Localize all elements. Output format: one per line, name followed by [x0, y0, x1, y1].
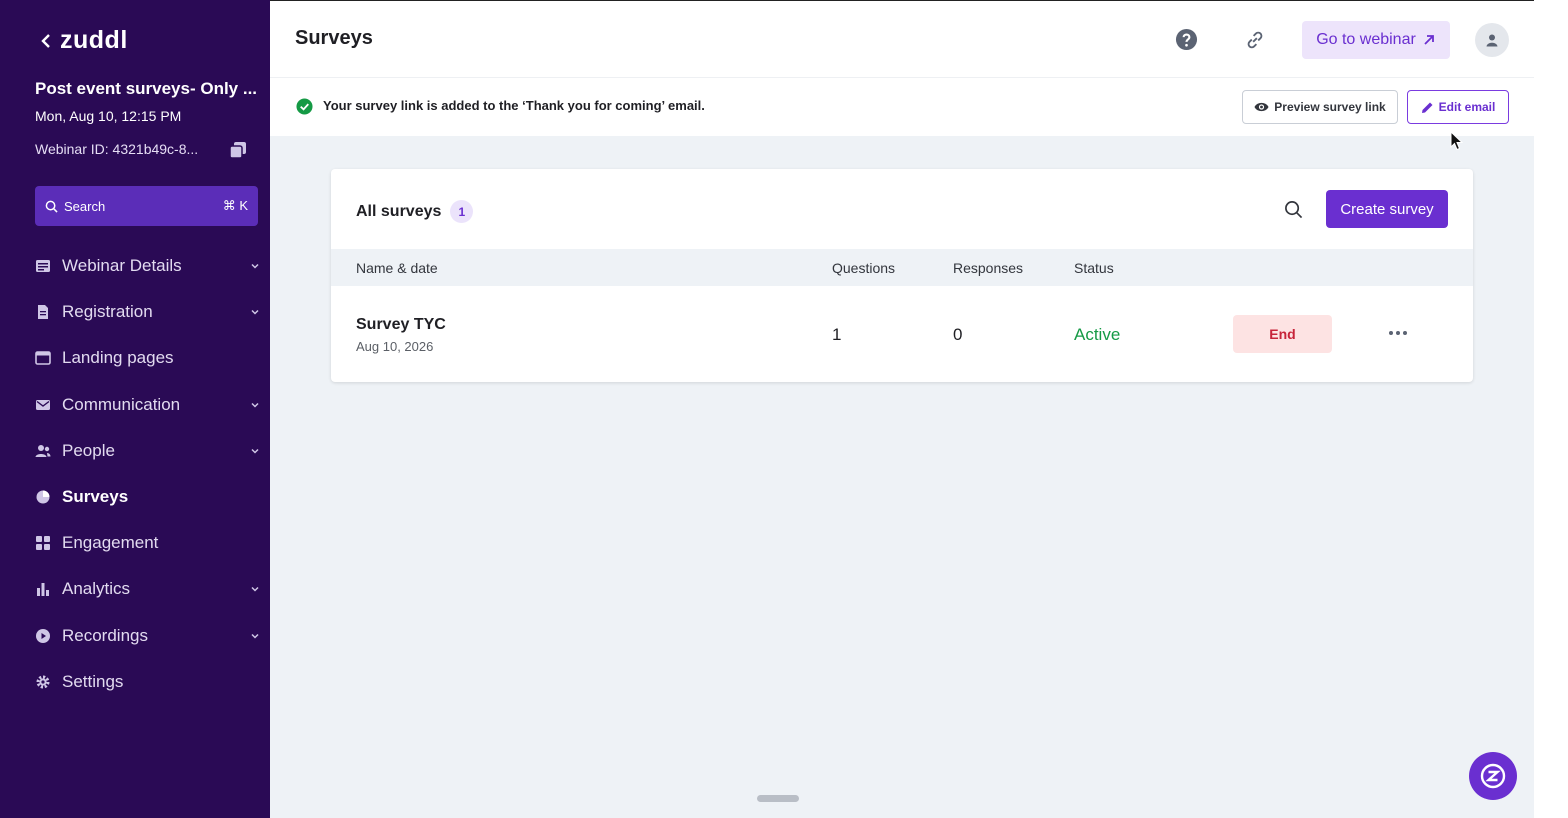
- mouse-cursor-icon: [1450, 131, 1464, 151]
- column-header-name-date: Name & date: [356, 260, 438, 276]
- survey-date: Aug 10, 2026: [356, 339, 434, 354]
- people-icon: [35, 444, 51, 457]
- gear-icon: [36, 675, 50, 689]
- sidebar-item-label: Settings: [62, 671, 124, 691]
- chevron-down-icon: [251, 633, 259, 639]
- zuddl-logo-icon: [1480, 763, 1506, 789]
- edit-email-label: Edit email: [1438, 100, 1496, 114]
- sidebar-item-label: Webinar Details: [62, 256, 182, 276]
- mail-icon: [36, 399, 50, 410]
- go-to-webinar-label: Go to webinar: [1316, 31, 1416, 48]
- sidebar-item-registration[interactable]: Registration: [35, 289, 260, 335]
- document-icon: [38, 305, 48, 320]
- sidebar-item-analytics[interactable]: Analytics: [35, 566, 260, 612]
- all-surveys-label: All surveys: [356, 202, 442, 220]
- zuddl-help-launcher[interactable]: [1469, 752, 1517, 800]
- chevron-down-icon: [251, 402, 259, 408]
- sidebar-search[interactable]: Search ⌘ K: [35, 186, 258, 226]
- column-header-status: Status: [1074, 260, 1114, 276]
- preview-survey-link-button[interactable]: Preview survey link: [1242, 90, 1398, 124]
- chevron-left-icon: [41, 33, 50, 48]
- create-survey-button[interactable]: Create survey: [1326, 190, 1448, 228]
- survey-count-badge: 1: [450, 200, 474, 223]
- go-to-webinar-button[interactable]: Go to webinar: [1302, 21, 1450, 59]
- avatar[interactable]: [1475, 23, 1509, 57]
- chevron-down-icon: [251, 587, 259, 592]
- sidebar-item-settings[interactable]: Settings: [35, 659, 260, 705]
- sidebar-item-label: Landing pages: [62, 348, 174, 368]
- chevron-down-icon: [251, 448, 259, 454]
- preview-label: Preview survey link: [1274, 100, 1386, 114]
- browser-icon: [35, 351, 51, 366]
- top-bar: Surveys Go to webinar: [270, 0, 1534, 77]
- sidebar: zuddl Post event surveys- Only ... Mon, …: [0, 0, 270, 818]
- sidebar-item-communication[interactable]: Communication: [35, 382, 260, 428]
- survey-questions: 1: [832, 325, 842, 344]
- surveys-card-title: All surveys 1: [356, 200, 474, 223]
- sidebar-item-label: Engagement: [62, 533, 159, 553]
- sidebar-item-engagement[interactable]: Engagement: [35, 520, 260, 566]
- surveys-card: All surveys 1 Create survey Name & date …: [331, 169, 1473, 382]
- sidebar-item-label: Surveys: [62, 487, 129, 507]
- survey-link-notice: Your survey link is added to the ‘Thank …: [270, 77, 1534, 136]
- notice-message: Your survey link is added to the ‘Thank …: [323, 98, 705, 113]
- sidebar-item-label: Communication: [62, 394, 181, 414]
- table-header: Name & date Questions Responses Status: [331, 249, 1473, 286]
- bar-chart-icon: [37, 583, 49, 597]
- right-edge-strip: [1534, 0, 1568, 818]
- chevron-down-icon: [251, 310, 259, 315]
- user-icon: [1486, 34, 1498, 47]
- sidebar-item-surveys[interactable]: Surveys: [35, 474, 260, 520]
- page-title: Surveys: [295, 27, 373, 49]
- sidebar-item-landing-pages[interactable]: Landing pages: [35, 335, 260, 381]
- column-header-questions: Questions: [832, 260, 896, 276]
- sidebar-item-label: People: [62, 440, 115, 460]
- edit-email-button[interactable]: Edit email: [1407, 90, 1509, 124]
- sidebar-item-webinar-details[interactable]: Webinar Details: [35, 243, 260, 289]
- play-circle-icon: [36, 628, 50, 643]
- survey-name[interactable]: Survey TYC: [356, 316, 446, 334]
- help-icon[interactable]: [1175, 28, 1198, 51]
- main-content: Surveys Go to webinar Your survey link i…: [270, 0, 1534, 818]
- logo: zuddl: [60, 26, 128, 54]
- chevron-down-icon: [251, 264, 259, 269]
- sidebar-item-recordings[interactable]: Recordings: [35, 613, 260, 659]
- sidebar-nav: Webinar Details Registration Landing pag…: [35, 243, 260, 705]
- sidebar-item-label: Recordings: [62, 625, 148, 645]
- search-icon: [45, 200, 58, 213]
- table-row[interactable]: Survey TYC Aug 10, 2026 1 0 Active End: [331, 286, 1473, 382]
- grid-icon: [36, 536, 50, 551]
- arrow-up-right-icon: [1424, 35, 1434, 45]
- end-survey-button[interactable]: End: [1233, 315, 1332, 353]
- sidebar-item-label: Registration: [62, 302, 153, 322]
- check-circle-icon: [296, 98, 313, 115]
- survey-responses: 0: [953, 325, 963, 344]
- sidebar-item-label: Analytics: [62, 579, 131, 599]
- list-icon: [36, 260, 50, 273]
- more-options-icon[interactable]: [1388, 328, 1408, 338]
- eye-icon: [1254, 102, 1269, 112]
- copy-icon[interactable]: [229, 141, 247, 159]
- webinar-id: Webinar ID: 4321b49c-8...: [35, 141, 199, 157]
- scroll-handle[interactable]: [757, 795, 799, 802]
- pie-chart-icon: [36, 490, 50, 504]
- back-to-home[interactable]: zuddl: [40, 26, 128, 55]
- link-icon[interactable]: [1244, 29, 1266, 51]
- search-icon[interactable]: [1284, 200, 1303, 219]
- sidebar-item-people[interactable]: People: [35, 428, 260, 474]
- pencil-icon: [1421, 102, 1433, 113]
- event-date: Mon, Aug 10, 12:15 PM: [35, 108, 182, 124]
- column-header-responses: Responses: [953, 260, 1024, 276]
- search-label: Search: [64, 198, 106, 214]
- status-badge: Active: [1074, 325, 1121, 344]
- search-shortcut: ⌘ K: [222, 198, 248, 213]
- event-title: Post event surveys- Only ...: [35, 79, 258, 98]
